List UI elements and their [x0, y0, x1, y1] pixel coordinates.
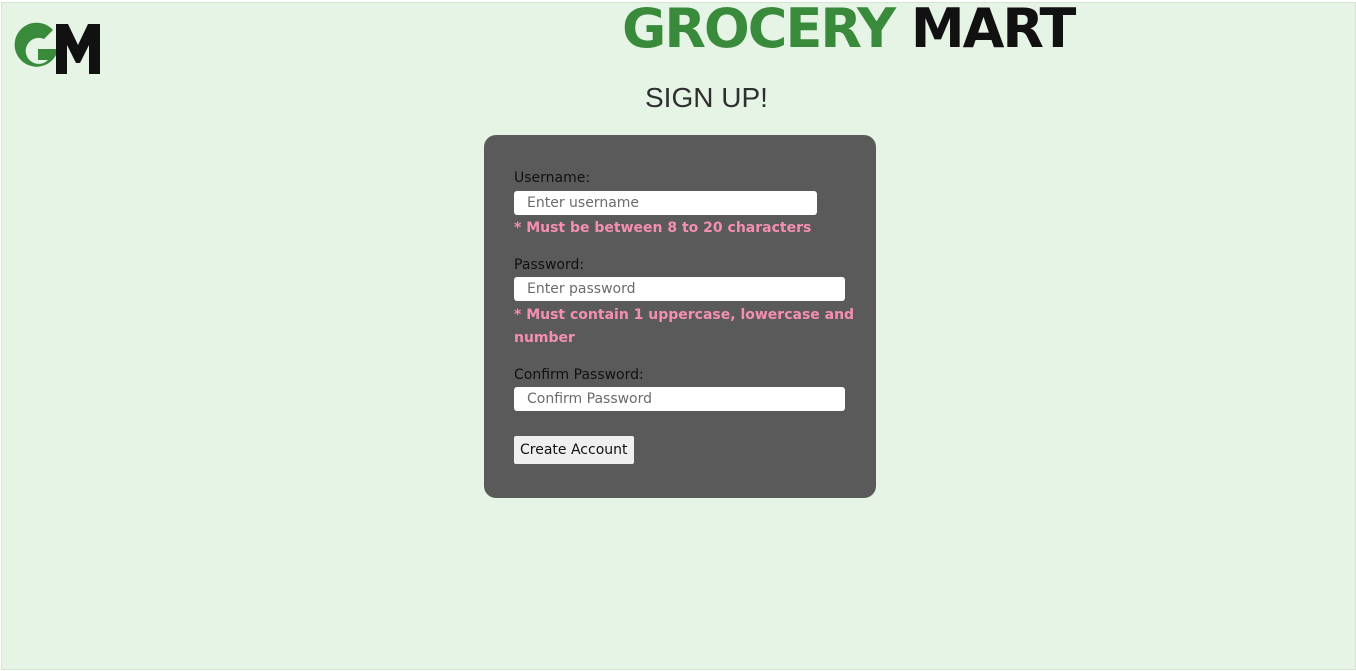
password-hint-line2: number [514, 330, 575, 346]
username-label: Username: [514, 170, 591, 186]
signup-form: Username: * Must be between 8 to 20 char… [484, 135, 876, 498]
brand-name: GROCERY MART [622, 0, 1077, 61]
confirm-password-label: Confirm Password: [514, 367, 644, 383]
brand-name-grocery: GROCERY [622, 0, 896, 60]
create-account-button[interactable]: Create Account [514, 436, 634, 464]
username-hint: * Must be between 8 to 20 characters [514, 220, 812, 236]
password-hint-line1: * Must contain 1 uppercase, lowercase an… [514, 307, 855, 323]
signup-page: GROCERY MART SIGN UP! Username: * Must b… [1, 0, 1356, 670]
confirm-password-field[interactable] [514, 387, 845, 411]
logo-icon [12, 21, 100, 77]
page-title: SIGN UP! [645, 82, 768, 113]
brand-name-mart: MART [910, 0, 1077, 60]
password-field[interactable] [514, 277, 845, 301]
username-field[interactable] [514, 191, 817, 215]
password-label: Password: [514, 257, 585, 273]
